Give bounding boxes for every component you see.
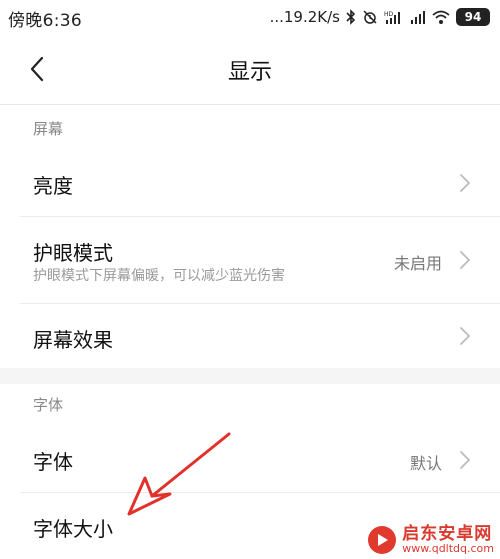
mute-alarm-icon (362, 9, 378, 25)
status-bar: 傍晚6:36 ...19.2K/s HD 94 (0, 0, 500, 34)
watermark-url: www.qdltdq.com (402, 542, 494, 556)
signal-icon (410, 9, 426, 25)
eye-care-status: 未启用 (393, 254, 442, 273)
font-row[interactable]: 字体 默认 (0, 426, 500, 492)
row-subtitle: 护眼模式下屏幕偏暖，可以减少蓝光伤害 (33, 268, 285, 284)
network-speed: ...19.2K/s (269, 8, 340, 26)
row-title: 屏幕效果 (33, 328, 113, 352)
status-time: 傍晚6:36 (8, 11, 82, 31)
wifi-icon (432, 9, 450, 25)
row-title: 护眼模式 (33, 241, 113, 265)
chevron-right-icon (460, 451, 470, 469)
battery-icon: 94 (456, 8, 490, 26)
brightness-row[interactable]: 亮度 (0, 150, 500, 216)
row-title: 字体大小 (33, 517, 113, 541)
chevron-right-icon (460, 251, 470, 269)
status-icons: ...19.2K/s HD 94 (270, 5, 490, 29)
section-label-screen: 屏幕 (33, 120, 64, 138)
watermark: 启东安卓网 www.qdltdq.com (368, 523, 494, 556)
display-settings-screen: 傍晚6:36 ...19.2K/s HD 94 显示 屏幕 亮度 护眼模式 护眼… (0, 0, 500, 559)
row-title: 亮度 (33, 174, 73, 198)
title-bar: 显示 (0, 34, 500, 105)
section-label-font: 字体 (33, 396, 64, 414)
watermark-name: 启东安卓网 (402, 523, 493, 544)
row-title: 字体 (33, 450, 73, 474)
page-title: 显示 (227, 60, 272, 85)
eye-care-mode-row[interactable]: 护眼模式 护眼模式下屏幕偏暖，可以减少蓝光伤害 未启用 (0, 217, 500, 303)
section-separator (0, 368, 500, 384)
font-value: 默认 (409, 454, 442, 473)
screen-effect-row[interactable]: 屏幕效果 (0, 304, 500, 368)
watermark-logo-icon (368, 526, 397, 555)
hd-signal-icon: HD (384, 9, 404, 25)
chevron-right-icon (460, 327, 470, 345)
bluetooth-icon (346, 9, 356, 25)
chevron-right-icon (460, 174, 470, 192)
svg-text:HD: HD (384, 11, 394, 18)
